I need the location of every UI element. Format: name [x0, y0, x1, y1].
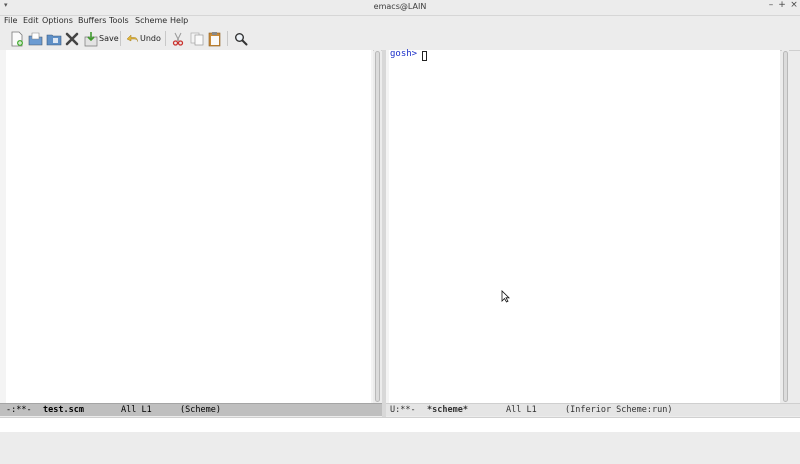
- save-label: Save: [99, 34, 119, 43]
- title-bar: ▾ emacs@LAIN – + ×: [0, 0, 800, 16]
- toolbar: Save Undo: [0, 27, 800, 51]
- modeline-status: -:**-: [6, 405, 32, 415]
- minibuffer[interactable]: [0, 417, 800, 432]
- open-directory-button[interactable]: [46, 29, 62, 48]
- paste-button[interactable]: [208, 29, 222, 48]
- cut-icon: [172, 32, 184, 46]
- right-mode-line[interactable]: U:**- *scheme* All L1 (Inferior Scheme:r…: [386, 403, 800, 416]
- menu-buffers[interactable]: Buffers: [78, 16, 106, 25]
- right-scrollbar-thumb[interactable]: [783, 51, 788, 402]
- modeline-position: All L1: [121, 405, 152, 415]
- undo-icon: [126, 33, 138, 42]
- search-icon: [235, 32, 248, 45]
- paste-icon: [208, 31, 221, 46]
- menu-scheme[interactable]: Scheme: [135, 16, 167, 25]
- new-file-button[interactable]: [10, 29, 24, 48]
- modeline-buffer-name[interactable]: test.scm: [43, 404, 84, 416]
- mouse-pointer-icon: [501, 290, 510, 303]
- undo-label: Undo: [140, 34, 161, 43]
- modeline-position: All L1: [506, 405, 537, 415]
- open-file-icon: [28, 32, 43, 45]
- open-directory-icon: [46, 34, 62, 45]
- menu-tools[interactable]: Tools: [109, 16, 129, 25]
- repl-prompt: gosh>: [390, 49, 418, 59]
- modeline-major-mode[interactable]: (Scheme): [180, 404, 221, 416]
- close-window-icon[interactable]: ×: [788, 0, 800, 10]
- menu-bar: File Edit Options Buffers Tools Scheme H…: [0, 15, 800, 27]
- right-scrollbar[interactable]: [782, 50, 789, 403]
- modeline-major-mode[interactable]: (Inferior Scheme:run): [565, 404, 672, 416]
- left-mode-line[interactable]: -:**- test.scm All L1 (Scheme): [0, 403, 382, 416]
- modeline-status: U:**-: [390, 405, 416, 415]
- window-title: emacs@LAIN: [373, 2, 427, 11]
- text-cursor: [422, 51, 427, 61]
- left-scrollbar-thumb[interactable]: [375, 51, 380, 402]
- right-text-area[interactable]: gosh>: [389, 49, 780, 403]
- save-icon: [84, 31, 98, 46]
- open-file-button[interactable]: [28, 29, 44, 48]
- maximize-icon[interactable]: +: [776, 0, 788, 10]
- search-button[interactable]: [234, 29, 248, 48]
- undo-button[interactable]: Undo: [126, 29, 161, 48]
- left-right-fringe: [371, 50, 373, 403]
- left-text-area[interactable]: [6, 50, 371, 403]
- close-buffer-button[interactable]: [65, 29, 79, 48]
- modeline-buffer-name[interactable]: *scheme*: [427, 404, 468, 416]
- copy-icon: [190, 32, 204, 45]
- toolbar-separator: [227, 31, 228, 46]
- close-icon: [65, 32, 79, 45]
- menu-file[interactable]: File: [4, 16, 17, 25]
- save-button[interactable]: Save: [84, 29, 119, 48]
- left-scrollbar[interactable]: [374, 50, 381, 403]
- toolbar-separator: [120, 31, 121, 46]
- new-file-icon: [11, 31, 23, 46]
- menu-help[interactable]: Help: [170, 16, 188, 25]
- toolbar-separator: [165, 31, 166, 46]
- menu-edit[interactable]: Edit: [23, 16, 39, 25]
- cut-button[interactable]: [171, 29, 185, 48]
- menu-options[interactable]: Options: [42, 16, 73, 25]
- copy-button[interactable]: [190, 29, 204, 48]
